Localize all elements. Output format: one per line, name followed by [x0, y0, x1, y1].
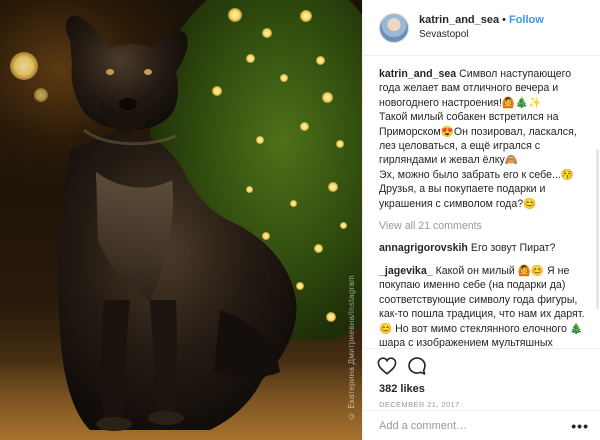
caption: katrin_and_sea Символ наступающего года ж…: [379, 67, 587, 211]
post-actions: 382 likes DECEMBER 21, 2017: [363, 348, 600, 409]
add-comment-input[interactable]: [379, 419, 572, 432]
username-link[interactable]: katrin_and_sea: [419, 14, 499, 26]
avatar[interactable]: [379, 12, 409, 43]
comments-scrollbar[interactable]: [596, 149, 599, 309]
post-photo[interactable]: © Екатерина Дмитриевна/Instagram: [0, 0, 362, 440]
follow-button[interactable]: Follow: [509, 14, 544, 26]
add-comment-bar: •••: [363, 410, 600, 440]
comment: _jagevika_ Какой он милый 🙆😊 Я не покупаю…: [379, 264, 587, 348]
dog-silhouette: [58, 15, 297, 431]
photo-watermark: © Екатерина Дмитриевна/Instagram: [347, 274, 356, 420]
post-side-panel: katrin_and_sea • Follow Sevastopol katrin_…: [362, 0, 600, 440]
likes-count[interactable]: 382 likes: [379, 383, 587, 395]
comment-username[interactable]: annagrigorovskih: [379, 242, 468, 254]
header-text: katrin_and_sea • Follow Sevastopol: [419, 13, 544, 41]
post-header: katrin_and_sea • Follow Sevastopol: [363, 0, 600, 56]
separator-dot: •: [502, 14, 506, 27]
heart-icon[interactable]: [377, 357, 397, 375]
comment-username[interactable]: _jagevika_: [379, 265, 433, 277]
comment-text: Его зовут Пират?: [470, 242, 556, 255]
comment: annagrigorovskih Его зовут Пират?: [379, 241, 587, 255]
action-icons: [377, 355, 587, 377]
post-date[interactable]: DECEMBER 21, 2017: [379, 400, 587, 409]
more-options-icon[interactable]: •••: [571, 418, 589, 434]
comment-text: Какой он милый 🙆😊 Я не покупаю именно се…: [379, 264, 585, 348]
caption-text: Символ наступающего года желает вам отли…: [379, 68, 577, 210]
location-link[interactable]: Sevastopol: [419, 28, 544, 42]
view-all-comments-link[interactable]: View all 21 comments: [379, 219, 587, 233]
speech-bubble-icon[interactable]: [407, 356, 427, 376]
comments-list[interactable]: katrin_and_sea Символ наступающего года ж…: [363, 57, 600, 348]
caption-username[interactable]: katrin_and_sea: [379, 68, 456, 80]
header-line: katrin_and_sea • Follow: [419, 13, 544, 28]
